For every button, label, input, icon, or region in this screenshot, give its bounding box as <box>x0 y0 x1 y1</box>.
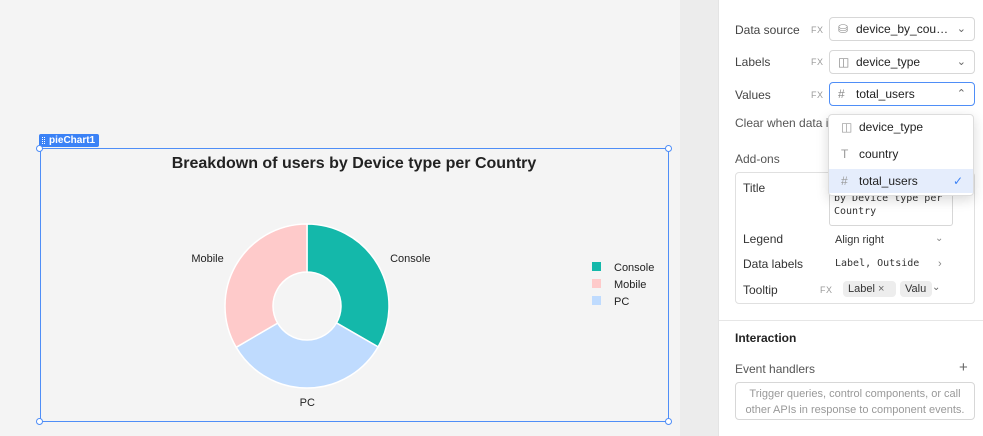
interaction-heading: Interaction <box>735 331 797 345</box>
labels-label: Labels <box>735 55 771 69</box>
addon-tooltip-label: Tooltip <box>743 283 778 297</box>
labels-value: device_type <box>856 55 921 69</box>
tooltip-fx-toggle[interactable]: FX <box>820 285 833 295</box>
dropdown-option-country[interactable]: T country <box>829 142 973 166</box>
chevron-down-icon: ⌄ <box>932 282 941 293</box>
legend-label-mobile[interactable]: Mobile <box>614 279 646 291</box>
tooltip-chip-value[interactable]: Valu <box>900 281 932 297</box>
legend-swatch-mobile <box>592 279 601 288</box>
data-label-pc: PC <box>300 397 315 409</box>
event-handlers-placeholder[interactable]: Trigger queries, control components, or … <box>735 382 975 420</box>
labels-select[interactable]: ◫ device_type ⌄ <box>829 50 975 74</box>
dropdown-option-total-users[interactable]: # total_users ✓ <box>829 169 973 193</box>
values-fx-toggle[interactable]: FX <box>811 90 824 100</box>
chevron-down-icon: ⌄ <box>935 233 944 244</box>
chip-text: Label <box>848 283 875 295</box>
pie-slice-console[interactable] <box>306 223 390 348</box>
plus-icon[interactable]: + <box>959 359 968 376</box>
dropdown-option-device-type[interactable]: ◫ device_type <box>829 115 973 139</box>
values-value: total_users <box>856 87 915 101</box>
hash-icon: # <box>838 87 845 101</box>
addon-title-label: Title <box>743 181 766 195</box>
section-divider <box>719 320 983 321</box>
data-source-label: Data source <box>735 23 800 37</box>
legend-label-console[interactable]: Console <box>614 262 654 274</box>
legend-label-pc[interactable]: PC <box>614 296 629 308</box>
option-label: device_type <box>859 120 924 134</box>
data-source-value: device_by_country <box>856 22 950 36</box>
hash-icon: # <box>841 174 848 188</box>
chevron-right-icon: › <box>938 258 942 270</box>
chevron-down-icon: ⌄ <box>956 56 966 68</box>
tooltip-chip-label[interactable]: Label × <box>843 281 896 297</box>
inspector-panel: Data source FX ⛁ device_by_country ⌄ Lab… <box>718 0 983 436</box>
data-source-select[interactable]: ⛁ device_by_country ⌄ <box>829 17 975 41</box>
pie-slice-mobile[interactable] <box>224 223 308 349</box>
text-icon: T <box>841 147 849 161</box>
values-label: Values <box>735 88 771 102</box>
option-label: country <box>859 147 899 161</box>
tag-icon: ◫ <box>841 120 853 134</box>
pie-chart-svg: Console PC Mobile Console Mobile PC <box>191 223 654 409</box>
addon-data-labels-label: Data labels <box>743 257 804 271</box>
database-icon: ⛁ <box>838 22 849 36</box>
canvas-gutter <box>680 0 718 436</box>
legend-setting[interactable]: Align right <box>835 234 884 246</box>
checkmark-icon: ✓ <box>952 174 963 188</box>
chevron-down-icon: ⌄ <box>956 23 966 35</box>
clear-when-data-label: Clear when data is <box>735 116 835 130</box>
chevron-up-icon: ⌃ <box>956 88 966 100</box>
data-label-mobile: Mobile <box>191 253 223 265</box>
close-icon[interactable]: × <box>878 283 884 295</box>
addon-legend-label: Legend <box>743 232 784 246</box>
tag-icon: ◫ <box>838 55 850 69</box>
data-labels-setting[interactable]: Label, Outside <box>835 258 919 269</box>
legend-swatch-pc <box>592 296 601 305</box>
values-dropdown-menu: ◫ device_type T country # total_users ✓ <box>828 114 974 196</box>
data-source-fx-toggle[interactable]: FX <box>811 25 824 35</box>
legend-swatch-console <box>592 262 601 271</box>
values-select[interactable]: # total_users ⌃ <box>829 82 975 106</box>
event-handlers-label: Event handlers <box>735 362 816 376</box>
labels-fx-toggle[interactable]: FX <box>811 57 824 67</box>
chip-text: Valu <box>905 283 927 295</box>
data-label-console: Console <box>390 253 430 265</box>
option-label: total_users <box>859 174 918 188</box>
addons-label: Add-ons <box>735 152 780 166</box>
